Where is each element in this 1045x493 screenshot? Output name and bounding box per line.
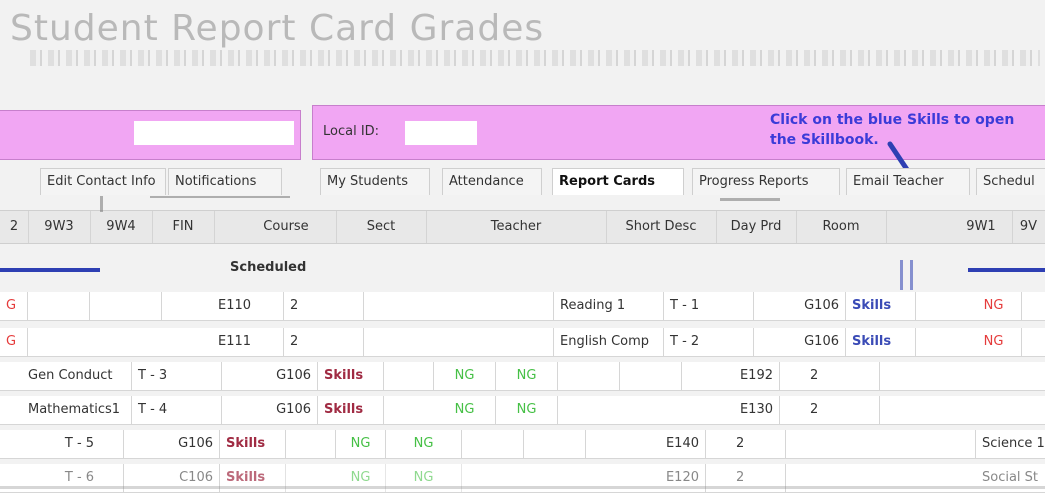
grade-cell: NG: [434, 362, 496, 390]
teacher-cell: [364, 292, 554, 320]
room-cell: G106: [754, 328, 846, 356]
course-cell: E192: [708, 362, 780, 390]
sect-cell: 2: [284, 328, 364, 356]
col-teacher: Teacher: [426, 211, 607, 243]
row-divider-bar: [0, 268, 100, 272]
grade-cell: [384, 362, 434, 390]
grade-cell: [524, 430, 586, 458]
col-short-desc: Short Desc: [606, 211, 717, 243]
col-9w3: 9W3: [28, 211, 91, 243]
grade-cell: NG: [496, 396, 558, 424]
course-cell: E130: [708, 396, 780, 424]
table-row: Mathematics1 T - 4 G106 Skills NG NG E13…: [0, 396, 1045, 425]
table-row: G E110 2 Reading 1 T - 1 G106 Skills NG: [0, 292, 1045, 321]
desc-cell: Gen Conduct: [22, 362, 132, 390]
sect-cell: 2: [780, 396, 880, 424]
grade-cell: NG: [966, 292, 1022, 320]
page-title: Student Report Card Grades: [10, 8, 545, 49]
col-sect: Sect: [336, 211, 427, 243]
sect-cell: 2: [706, 430, 786, 458]
skills-link[interactable]: Skills: [846, 328, 916, 356]
grades-table-header: 2 9W3 9W4 FIN Course Sect Teacher Short …: [0, 210, 1045, 244]
blurred-subtitle: [30, 50, 1040, 66]
col-room: Room: [796, 211, 887, 243]
grade-cell: NG: [966, 328, 1022, 356]
row-divider-bar-right: [968, 268, 1045, 272]
grade-cell: G: [0, 328, 28, 356]
room-cell: G106: [222, 362, 318, 390]
glitch-mark: [900, 260, 903, 290]
course-cell: E111: [212, 328, 284, 356]
col-9w4: 9W4: [90, 211, 153, 243]
glitch-mark: [910, 260, 913, 290]
col-fin: FIN: [152, 211, 215, 243]
student-name-field: [134, 121, 294, 145]
glitch-mark: [150, 196, 290, 198]
tab-email-teacher[interactable]: Email Teacher: [846, 168, 970, 195]
glitch-mark: [0, 486, 1045, 489]
dayprd-cell: T - 4: [132, 396, 222, 424]
grade-cell: G: [0, 292, 28, 320]
tab-schedule[interactable]: Schedul: [976, 168, 1045, 195]
room-cell: G106: [754, 292, 846, 320]
grade-cell: [462, 430, 524, 458]
desc-cell: Science 1: [982, 436, 1045, 451]
local-id-label: Local ID:: [323, 124, 380, 139]
grade-cell: [90, 292, 162, 320]
tab-progress-reports[interactable]: Progress Reports: [692, 168, 840, 195]
col-day-prd: Day Prd: [716, 211, 797, 243]
teacher-cell: [364, 328, 554, 356]
table-row: G E111 2 English Comp T - 2 G106 Skills …: [0, 328, 1045, 357]
grade-cell: [620, 362, 682, 390]
grade-cell: NG: [496, 362, 558, 390]
sect-cell: 2: [284, 292, 364, 320]
dayprd-cell: T - 5: [36, 430, 124, 458]
tab-attendance[interactable]: Attendance: [442, 168, 542, 195]
course-cell: E140: [586, 430, 706, 458]
desc-cell: Reading 1: [554, 292, 664, 320]
tab-edit-contact-info[interactable]: Edit Contact Info: [40, 168, 166, 195]
grade-cell: NG: [386, 430, 462, 458]
grade-cell: [28, 292, 90, 320]
col-9w1: 9W1: [950, 211, 1013, 243]
dayprd-cell: T - 2: [664, 328, 754, 356]
col-course: Course: [236, 211, 337, 243]
skills-link[interactable]: Skills: [220, 430, 286, 458]
dayprd-cell: T - 1: [664, 292, 754, 320]
table-row: Gen Conduct T - 3 G106 Skills NG NG E192…: [0, 362, 1045, 391]
teacher-cell: [786, 430, 976, 458]
sect-cell: 2: [780, 362, 880, 390]
room-cell: G106: [124, 430, 220, 458]
tab-report-cards[interactable]: Report Cards: [552, 168, 684, 195]
skills-link[interactable]: Skills: [318, 396, 384, 424]
grade-cell: NG: [336, 430, 386, 458]
skills-link[interactable]: Skills: [318, 362, 384, 390]
glitch-mark: [720, 198, 780, 201]
local-id-field: [405, 121, 477, 145]
grade-cell: [286, 430, 336, 458]
table-row: T - 5 G106 Skills NG NG E140 2 Science 1: [0, 430, 1045, 459]
grade-cell: [558, 362, 620, 390]
desc-cell: English Comp: [554, 328, 664, 356]
grade-cell: NG: [434, 396, 496, 424]
dayprd-cell: T - 3: [132, 362, 222, 390]
desc-cell: Mathematics1: [22, 396, 132, 424]
student-info-panel: [0, 110, 301, 160]
col-9w-cut: 9V: [1012, 211, 1045, 243]
glitch-mark: [100, 196, 103, 212]
room-cell: G106: [222, 396, 318, 424]
col-9w2: 2: [0, 211, 29, 243]
tab-notifications[interactable]: Notifications: [168, 168, 282, 195]
section-label: Scheduled: [230, 260, 307, 275]
tab-bar: Edit Contact Info Notifications My Stude…: [0, 168, 1045, 198]
course-cell: E110: [212, 292, 284, 320]
skills-link[interactable]: Skills: [846, 292, 916, 320]
tab-my-students[interactable]: My Students: [320, 168, 430, 195]
